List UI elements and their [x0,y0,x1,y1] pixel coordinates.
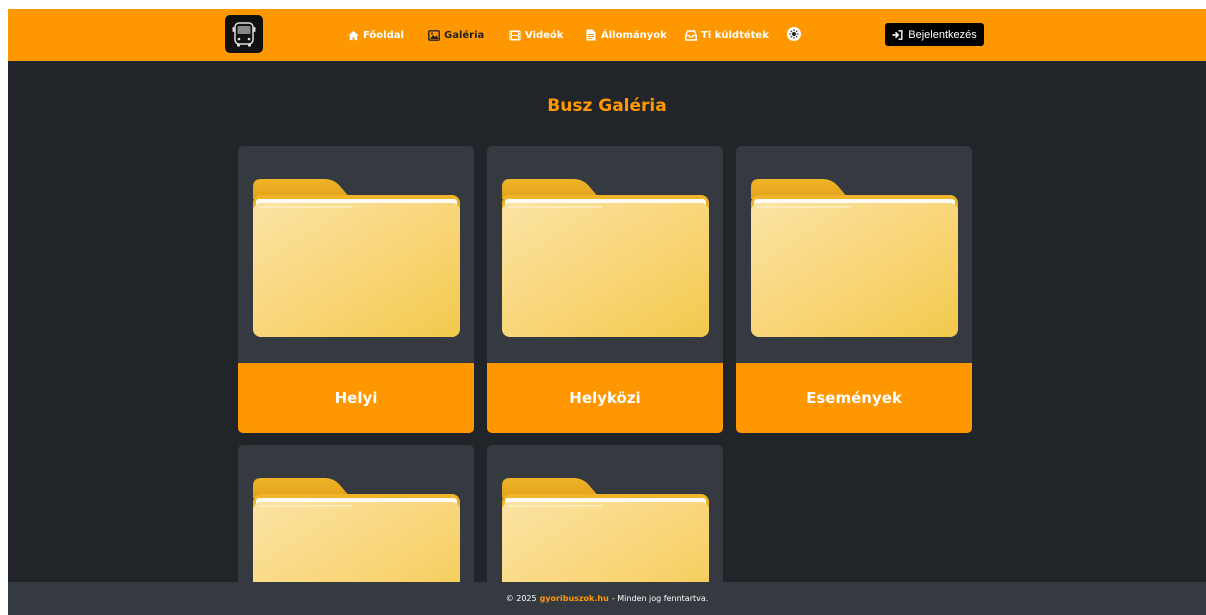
nav-link-label: Galéria [444,29,485,41]
footer: © 2025 gyoribuszok.hu - Minden jog fennt… [8,582,1206,615]
nav-link-videos[interactable]: Videók [509,27,563,43]
gallery-card-esemenyek[interactable]: Események [736,146,972,433]
browser-viewport: Főoldal Galéria Videók Állományok Ti kül [8,9,1206,615]
film-icon [509,29,521,41]
footer-copyright: © 2025 [505,594,537,603]
theme-toggle-button[interactable] [787,27,801,41]
bus-logo-icon [232,22,256,47]
sign-in-icon [892,29,903,40]
nav-link-submissions[interactable]: Ti küldtétek [685,27,769,43]
gallery-card-helyi[interactable]: Helyi [238,146,474,433]
folder-icon [751,179,958,337]
gallery-card-helykozi[interactable]: Helyközi [487,146,723,433]
footer-site-link[interactable]: gyoribuszok.hu [540,594,609,603]
navbar: Főoldal Galéria Videók Állományok Ti kül [8,9,1206,61]
home-icon [347,29,359,41]
footer-rights: - Minden jog fenntartva. [611,594,709,603]
nav-link-home[interactable]: Főoldal [347,27,404,43]
inbox-icon [685,29,697,41]
image-icon [428,29,440,41]
sun-icon [789,29,799,39]
page-title: Busz Galéria [547,96,667,116]
document-icon [585,29,597,41]
card-label: Helyi [238,363,474,433]
login-button-label: Bejelentkezés [908,28,977,41]
folder-icon [502,179,709,337]
nav-link-label: Videók [525,29,564,41]
site-logo[interactable] [225,15,263,53]
nav-link-label: Állományok [601,29,667,41]
card-label: Helyközi [487,363,723,433]
nav-link-label: Főoldal [363,29,404,41]
card-label: Események [736,363,972,433]
folder-icon [253,179,460,337]
nav-link-label: Ti küldtétek [701,29,769,41]
login-button[interactable]: Bejelentkezés [885,23,984,46]
nav-link-files[interactable]: Állományok [585,27,667,43]
nav-link-gallery[interactable]: Galéria [428,27,484,43]
